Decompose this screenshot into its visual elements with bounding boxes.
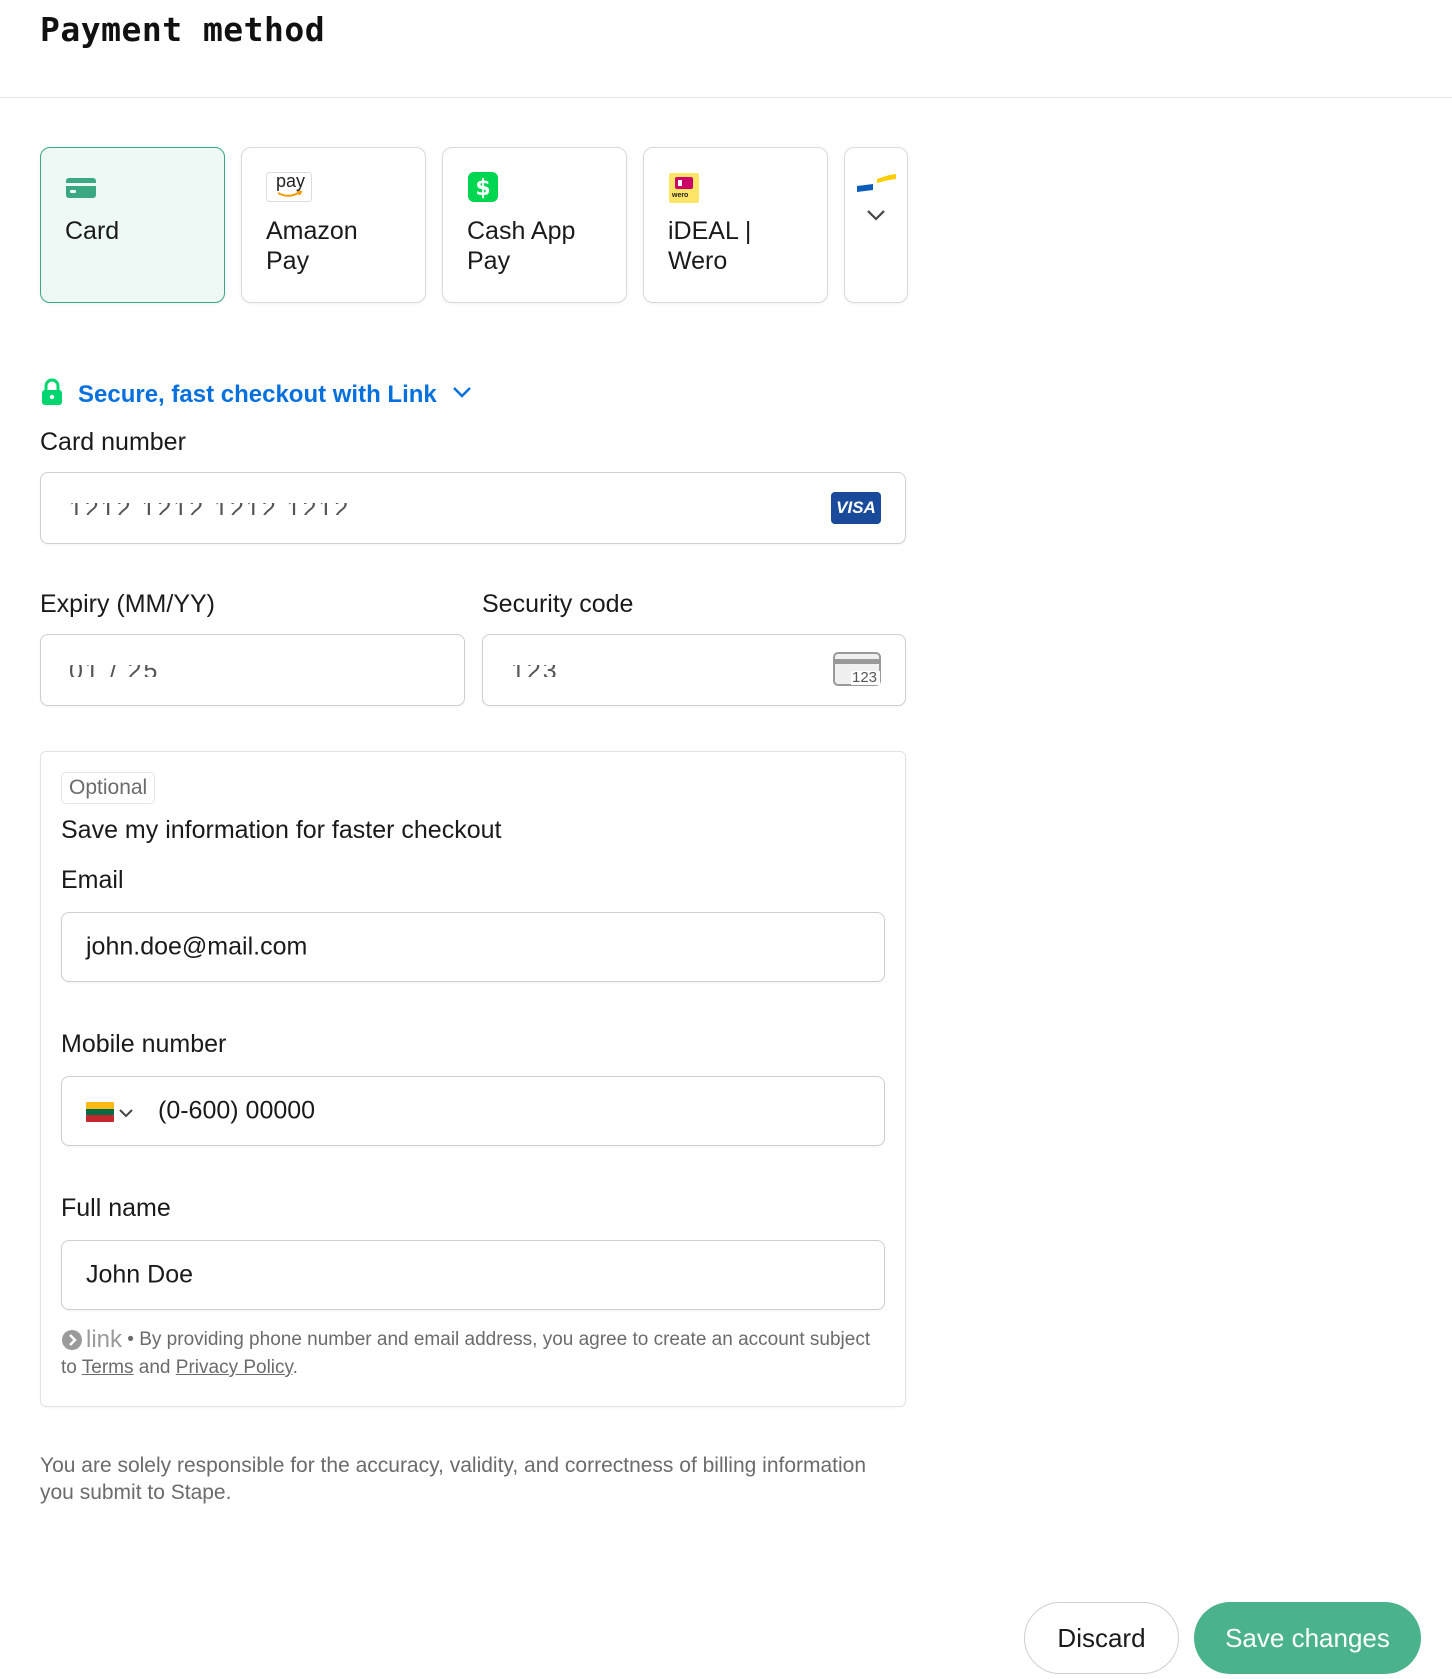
optional-badge: Optional	[61, 772, 156, 804]
amazon-pay-icon: pay	[266, 170, 425, 204]
cvc-icon-text: 123	[852, 669, 878, 686]
ideal-wero-icon-text: wero	[672, 192, 689, 199]
tab-amazon-pay-label: Amazon Pay	[266, 217, 358, 275]
payment-method-tabs: Card pay Amazon Pay $ Cash App Pay wero …	[40, 147, 908, 303]
full-name-label: Full name	[61, 1194, 171, 1222]
link-checkout-toggle[interactable]: Secure, fast checkout with Link	[40, 378, 473, 411]
ideal-wero-icon: wero	[668, 170, 827, 204]
tab-card[interactable]: Card	[40, 147, 225, 303]
lock-icon	[40, 378, 64, 411]
card-number-input[interactable]: 1212 1212 1212 1212 VISA	[40, 472, 906, 544]
country-flag-select[interactable]	[86, 1102, 134, 1127]
terms-and: and	[133, 1357, 176, 1379]
link-chevron-down-icon	[451, 385, 473, 404]
email-input[interactable]: john.doe@mail.com	[61, 912, 885, 982]
billing-disclaimer: You are solely responsible for the accur…	[40, 1454, 867, 1504]
chevron-down-icon	[865, 208, 907, 227]
tab-amazon-pay[interactable]: pay Amazon Pay	[241, 147, 426, 303]
tab-card-label: Card	[65, 217, 120, 245]
tab-ideal-wero[interactable]: wero iDEAL | Wero	[643, 147, 828, 303]
email-value: john.doe@mail.com	[86, 932, 308, 961]
svg-text:$: $	[475, 176, 490, 201]
cash-app-icon: $	[467, 170, 626, 204]
mobile-number-value: (0-600) 00000	[158, 1096, 316, 1125]
chevron-down-icon	[118, 1106, 134, 1124]
save-info-heading: Save my information for faster checkout	[61, 816, 502, 844]
cvc-icon: 123	[833, 652, 881, 686]
more-methods-dropdown[interactable]	[844, 147, 908, 303]
full-name-input[interactable]: John Doe	[61, 1240, 885, 1310]
mobile-number-label: Mobile number	[61, 1030, 227, 1058]
link-logo-icon	[62, 1330, 82, 1350]
link-checkout-text: Secure, fast checkout with Link	[78, 380, 437, 408]
link-terms-note: link • By providing phone number and ema…	[61, 1326, 881, 1382]
tab-cash-app-pay-label: Cash App Pay	[467, 217, 576, 275]
page-title: Payment method	[40, 10, 326, 49]
expiry-label: Expiry (MM/YY)	[40, 590, 215, 618]
tab-cash-app-pay[interactable]: $ Cash App Pay	[442, 147, 627, 303]
privacy-policy-link[interactable]: Privacy Policy	[176, 1357, 293, 1378]
visa-icon: VISA	[831, 492, 881, 524]
link-logo: link	[61, 1326, 122, 1354]
link-save-info-box: Optional Save my information for faster …	[40, 751, 906, 1407]
expiry-value: 01 / 25	[69, 665, 159, 677]
card-number-value: 1212 1212 1212 1212	[69, 503, 350, 515]
security-code-input[interactable]: 123 123	[482, 634, 906, 706]
terms-link[interactable]: Terms	[82, 1357, 134, 1378]
email-label: Email	[61, 866, 124, 894]
security-code-value: 123	[511, 665, 559, 677]
tab-ideal-wero-label: iDEAL | Wero	[668, 217, 752, 275]
save-changes-button[interactable]: Save changes	[1194, 1602, 1421, 1674]
security-code-label: Security code	[482, 590, 634, 618]
card-number-label: Card number	[40, 428, 186, 456]
terms-suffix: .	[292, 1357, 298, 1379]
lithuania-flag-icon	[86, 1102, 114, 1127]
mobile-number-input[interactable]: (0-600) 00000	[61, 1076, 885, 1146]
discard-button[interactable]: Discard	[1024, 1602, 1179, 1674]
card-icon	[65, 170, 224, 204]
expiry-input[interactable]: 01 / 25	[40, 634, 465, 706]
full-name-value: John Doe	[86, 1260, 194, 1289]
link-logo-text: link	[86, 1326, 123, 1353]
amazon-pay-icon-text: pay	[276, 171, 306, 191]
bank-logo-icon	[855, 170, 907, 204]
